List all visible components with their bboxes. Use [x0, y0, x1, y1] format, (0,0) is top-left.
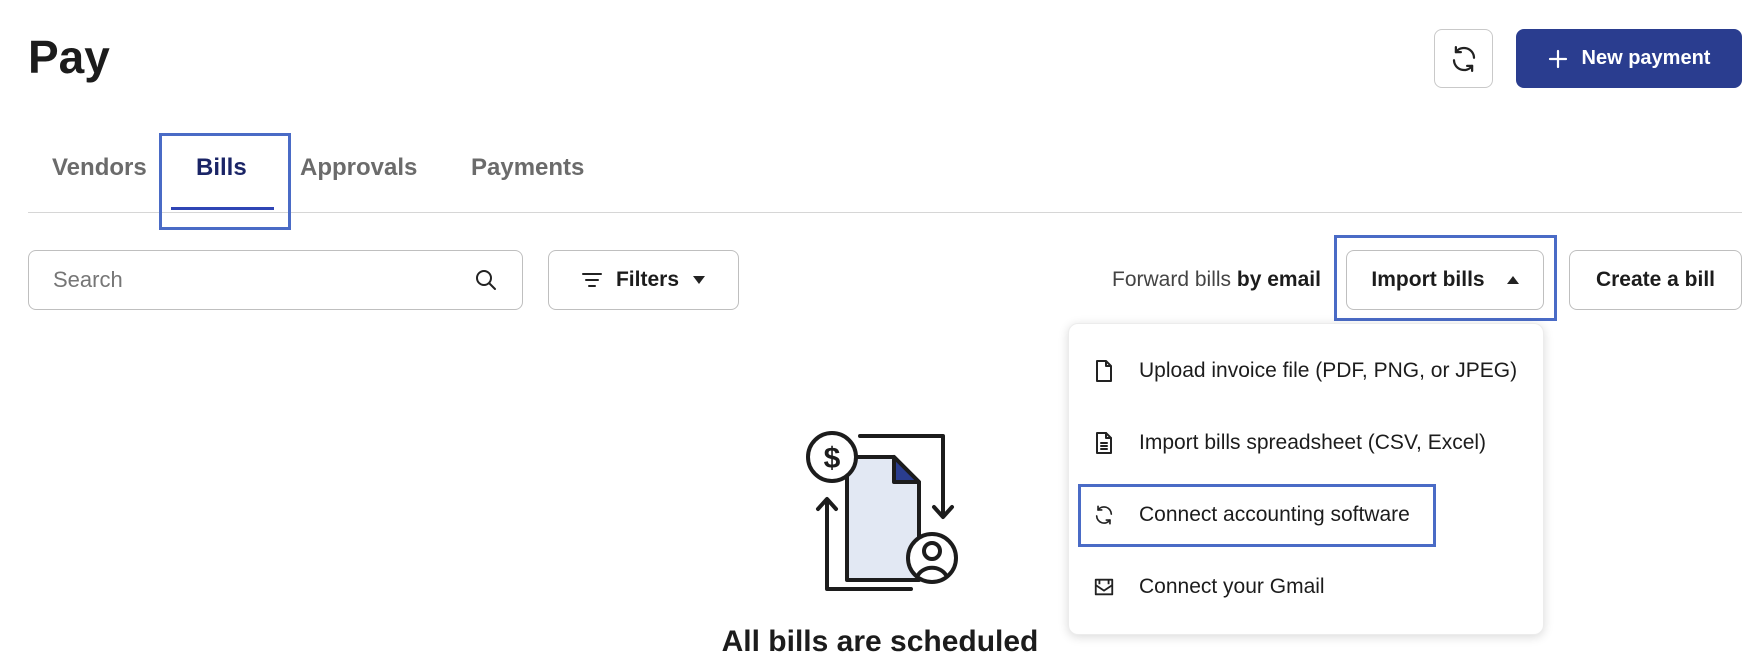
menu-item-connect-gmail[interactable]: Connect your Gmail: [1069, 557, 1545, 617]
search-input[interactable]: Search: [28, 250, 523, 310]
sync-icon: [1095, 505, 1113, 525]
filters-label: Filters: [615, 268, 680, 291]
filters-button[interactable]: Filters: [548, 250, 739, 310]
refresh-icon: [1452, 45, 1475, 72]
forward-prefix: Forward bills: [1112, 268, 1232, 291]
new-payment-label: New payment: [1581, 47, 1711, 69]
menu-item-upload-invoice[interactable]: Upload invoice file (PDF, PNG, or JPEG): [1069, 341, 1545, 401]
search-icon: [476, 270, 496, 290]
new-payment-button[interactable]: New payment: [1516, 29, 1742, 88]
import-bills-label: Import bills: [1371, 268, 1485, 291]
filter-lines-icon: [581, 273, 602, 287]
tab-vendors[interactable]: Vendors: [52, 140, 147, 212]
caret-down-icon: [693, 276, 706, 284]
menu-item-label: Connect accounting software: [1139, 503, 1410, 526]
spreadsheet-file-icon: [1096, 432, 1112, 454]
menu-item-connect-accounting[interactable]: Connect accounting software: [1069, 485, 1545, 545]
refresh-button[interactable]: [1434, 29, 1493, 88]
search-placeholder: Search: [53, 267, 123, 292]
create-bill-button[interactable]: Create a bill: [1569, 250, 1742, 310]
caret-up-icon: [1506, 276, 1519, 284]
import-bills-menu: Upload invoice file (PDF, PNG, or JPEG) …: [1068, 323, 1544, 635]
plus-icon: [1548, 49, 1567, 68]
menu-item-label: Import bills spreadsheet (CSV, Excel): [1139, 431, 1487, 454]
tabs-divider: [28, 212, 1742, 213]
empty-state-title: All bills are scheduled: [721, 625, 1039, 658]
menu-item-import-spreadsheet[interactable]: Import bills spreadsheet (CSV, Excel): [1069, 413, 1545, 473]
pay-page: Pay New payment Vendors Bills Approvals …: [0, 0, 1747, 662]
tab-bills[interactable]: Bills: [196, 140, 247, 212]
page-title: Pay: [28, 31, 110, 83]
import-bills-button[interactable]: Import bills: [1346, 250, 1544, 310]
tab-bar: Vendors Bills Approvals Payments: [28, 140, 1742, 214]
forward-suffix: by email: [1236, 268, 1321, 291]
bills-illustration-icon: $: [806, 431, 958, 591]
mail-icon: [1094, 578, 1114, 596]
forward-bills-by-email-link[interactable]: Forward bills by email: [1112, 268, 1321, 292]
svg-text:$: $: [824, 442, 841, 475]
file-icon: [1096, 360, 1112, 382]
active-tab-indicator: [171, 207, 274, 210]
tab-approvals[interactable]: Approvals: [300, 140, 417, 212]
tab-payments[interactable]: Payments: [471, 140, 584, 212]
menu-item-label: Connect your Gmail: [1139, 575, 1325, 598]
create-bill-label: Create a bill: [1595, 268, 1716, 291]
menu-item-label: Upload invoice file (PDF, PNG, or JPEG): [1139, 359, 1518, 382]
